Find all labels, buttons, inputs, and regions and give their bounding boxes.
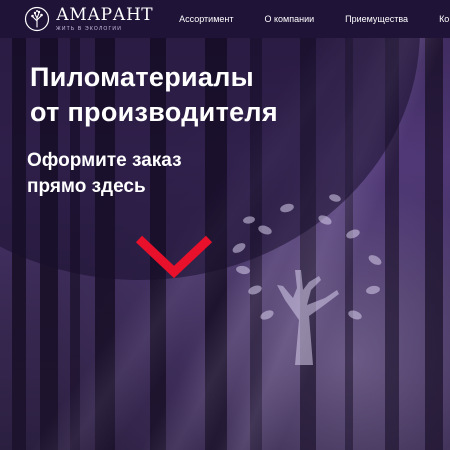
hero-subtitle-line-2: прямо здесь [27, 176, 146, 197]
nav-item-advantages[interactable]: Приемущества [345, 14, 408, 24]
hero-title-line-1: Пиломатериалы [30, 62, 255, 92]
brand-tagline: ЖИТЬ В ЭКОЛОГИИ [56, 25, 123, 32]
nav-item-assortment[interactable]: Ассортимент [179, 14, 233, 24]
hero-subtitle-line-1: Оформите заказ [27, 150, 182, 171]
hero-title: Пиломатериалы от производителя [30, 60, 430, 130]
brand-logo[interactable]: АМАРАНТ ЖИТЬ В ЭКОЛОГИИ [24, 6, 153, 32]
brand-text: АМАРАНТ ЖИТЬ В ЭКОЛОГИИ [56, 4, 154, 32]
page: АМАРАНТ ЖИТЬ В ЭКОЛОГИИ Ассортимент О ко… [0, 0, 450, 450]
chevron-down-icon[interactable] [134, 234, 214, 280]
nav-item-contacts[interactable]: Ко [439, 14, 449, 24]
nav-item-about[interactable]: О компании [265, 14, 315, 24]
navbar: АМАРАНТ ЖИТЬ В ЭКОЛОГИИ Ассортимент О ко… [0, 0, 450, 38]
hero-title-line-2: от производителя [30, 97, 278, 127]
tree-emblem-icon [232, 194, 382, 365]
brand-name: АМАРАНТ [56, 4, 154, 25]
main-nav: Ассортимент О компании Приемущества Ко [179, 14, 450, 24]
tree-logo-icon [24, 6, 50, 32]
hero-subtitle: Оформите заказ прямо здесь [27, 148, 327, 200]
